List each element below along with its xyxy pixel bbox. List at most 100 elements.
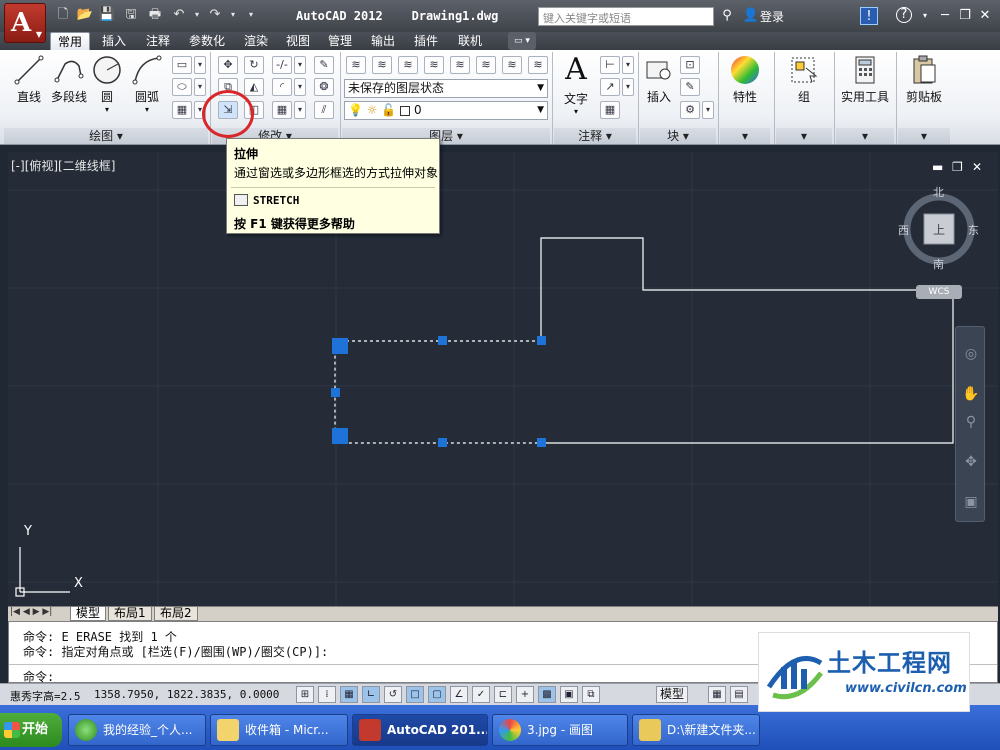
zoom-icon[interactable]: ⚲ xyxy=(960,411,982,433)
orbit-icon[interactable]: ✥ xyxy=(960,451,982,473)
tab-online[interactable]: 联机 xyxy=(452,32,488,50)
array-icon[interactable]: ▦ xyxy=(272,101,292,119)
tab-parametric[interactable]: 参数化 xyxy=(184,32,230,50)
viewport-restore-icon[interactable]: ❐ xyxy=(952,160,963,174)
layer-state-select[interactable]: 未保存的图层状态 ▼ xyxy=(344,79,548,98)
trim-icon[interactable]: -/- xyxy=(272,56,292,74)
application-menu-button[interactable]: A ▼ xyxy=(4,3,46,43)
taskbar-item-autocad[interactable]: AutoCAD 201... xyxy=(352,714,488,746)
layer-select[interactable]: 💡 ☼ 🔓 0 ▼ xyxy=(344,101,548,120)
chevron-down-icon[interactable]: ▾ xyxy=(194,56,206,74)
utilities-panel-dropdown[interactable]: ▾ xyxy=(836,128,894,144)
linear-dimension-icon[interactable]: ⊢ xyxy=(600,56,620,74)
search-input[interactable]: 键入关键字或短语 xyxy=(538,7,714,26)
lineweight-icon[interactable]: + xyxy=(516,686,534,703)
layer-match-icon[interactable]: ≋ xyxy=(476,56,496,74)
chevron-down-icon[interactable]: ▾ xyxy=(130,105,164,114)
edit-block-icon[interactable]: ✎ xyxy=(680,78,700,96)
tab-home[interactable]: 常用 xyxy=(50,32,90,50)
compass-east[interactable]: 东 xyxy=(968,222,979,238)
create-block-icon[interactable]: ⊡ xyxy=(680,56,700,74)
selected-polyline[interactable] xyxy=(334,340,541,444)
leader-icon[interactable]: ↗ xyxy=(600,78,620,96)
compass-west[interactable]: 西 xyxy=(898,222,909,238)
showmotion-icon[interactable]: ▣ xyxy=(960,491,982,513)
wcs-menu[interactable]: WCS xyxy=(916,285,962,299)
polyline-button[interactable]: 多段线 xyxy=(48,54,90,105)
selection-cycling-icon[interactable]: ⧉ xyxy=(582,686,600,703)
chevron-down-icon[interactable]: ▾ xyxy=(294,78,306,96)
login-link[interactable]: 登录 xyxy=(760,8,784,25)
model-space-toggle[interactable]: 模型 xyxy=(656,686,689,703)
utilities-button[interactable]: 实用工具 xyxy=(838,54,892,105)
infer-constraints-icon[interactable]: ⊞ xyxy=(296,686,314,703)
fillet-icon[interactable]: ◜ xyxy=(272,78,292,96)
viewport-close-icon[interactable]: ✕ xyxy=(972,160,982,174)
grip-handle[interactable] xyxy=(331,388,340,397)
tab-manage[interactable]: 管理 xyxy=(322,32,358,50)
chevron-down-icon[interactable]: ▾ xyxy=(294,101,306,119)
tab-model[interactable]: 模型 xyxy=(70,607,107,621)
viewcube[interactable]: 北 南 东 西 上 xyxy=(898,184,979,271)
drawing-canvas[interactable]: Y X xyxy=(8,152,998,606)
layer-properties-icon[interactable]: ≋ xyxy=(346,56,366,74)
open-file-icon[interactable]: 📂 xyxy=(76,6,94,24)
viewport-minimize-icon[interactable]: ▬ xyxy=(932,160,943,174)
compass-south[interactable]: 南 xyxy=(933,256,944,272)
clipboard-panel-dropdown[interactable]: ▾ xyxy=(898,128,950,144)
tab-render[interactable]: 渲染 xyxy=(238,32,274,50)
customize-toolbar-icon[interactable]: ▾ xyxy=(242,6,260,24)
dynamic-input-icon[interactable]: ⊏ xyxy=(494,686,512,703)
chevron-down-icon[interactable]: ▾ xyxy=(622,56,634,74)
help-icon[interactable]: ? xyxy=(896,7,912,23)
grip-handle[interactable] xyxy=(438,438,447,447)
offset-icon[interactable]: ⫽ xyxy=(314,101,334,119)
circle-button[interactable]: 圆 ▾ xyxy=(90,54,124,114)
draw-panel-label[interactable]: 绘图 ▾ xyxy=(4,128,208,144)
chevron-down-icon[interactable]: ▾ xyxy=(294,56,306,74)
viewcube-top-face[interactable]: 上 xyxy=(933,221,945,238)
clipboard-button[interactable]: 剪贴板 xyxy=(902,54,946,105)
steering-wheel-icon[interactable]: ◎ xyxy=(960,343,982,365)
ortho-mode-icon[interactable]: ∟ xyxy=(362,686,380,703)
new-file-icon[interactable]: 🗋 xyxy=(54,6,72,24)
polyline-outline[interactable] xyxy=(540,237,954,444)
exchange-icon[interactable]: ! xyxy=(860,7,878,25)
taskbar-item-paint[interactable]: 3.jpg - 画图 xyxy=(492,714,628,746)
block-attribute-icon[interactable]: ⚙ xyxy=(680,101,700,119)
explode-icon[interactable]: ❂ xyxy=(314,78,334,96)
grid-display-icon[interactable]: ▦ xyxy=(340,686,358,703)
rectangle-icon[interactable]: ▭ xyxy=(172,56,192,74)
chevron-down-icon[interactable]: ▾ xyxy=(90,105,124,114)
layer-previous-icon[interactable]: ≋ xyxy=(502,56,522,74)
move-icon[interactable]: ✥ xyxy=(218,56,238,74)
layout-nav-arrows-icon[interactable]: |◀ ◀ ▶ ▶| xyxy=(10,607,52,617)
save-as-icon[interactable]: 🖫 xyxy=(122,6,140,24)
insert-block-button[interactable]: 插入 xyxy=(642,54,676,105)
tab-insert[interactable]: 插入 xyxy=(96,32,132,50)
block-panel-label[interactable]: 块 ▾ xyxy=(640,128,716,144)
coordinates-readout[interactable]: 1358.7950, 1822.3835, 0.0000 xyxy=(94,688,279,701)
layer-freeze-icon[interactable]: ≋ xyxy=(424,56,444,74)
object-snap-tracking-icon[interactable]: ∠ xyxy=(450,686,468,703)
taskbar-item-outlook[interactable]: 收件箱 - Micr... xyxy=(210,714,348,746)
redo-dropdown-icon[interactable]: ▾ xyxy=(224,6,242,24)
properties-panel-dropdown[interactable]: ▾ xyxy=(720,128,770,144)
erase-icon[interactable]: ✎ xyxy=(314,56,334,74)
print-icon[interactable]: 🖶 xyxy=(146,6,164,24)
layer-lock-icon[interactable]: ≋ xyxy=(450,56,470,74)
tab-view[interactable]: 视图 xyxy=(282,32,314,50)
group-button[interactable]: 组 xyxy=(786,54,822,105)
compass-north[interactable]: 北 xyxy=(933,184,944,200)
grip-handle[interactable] xyxy=(537,438,546,447)
pan-hand-icon[interactable]: ✋ xyxy=(960,383,982,405)
properties-button[interactable]: 特性 xyxy=(724,54,766,105)
taskbar-item-browser[interactable]: 我的经验_个人... xyxy=(68,714,206,746)
minimize-icon[interactable]: ─ xyxy=(936,7,954,25)
viewport-controls-label[interactable]: [-][俯视][二维线框] xyxy=(11,157,115,174)
tab-plugins[interactable]: 插件 xyxy=(408,32,444,50)
transparency-icon[interactable]: ▩ xyxy=(538,686,556,703)
annotation-panel-label[interactable]: 注释 ▾ xyxy=(554,128,636,144)
table-icon[interactable]: ▦ xyxy=(600,101,620,119)
chevron-down-icon[interactable]: ▾ xyxy=(194,78,206,96)
